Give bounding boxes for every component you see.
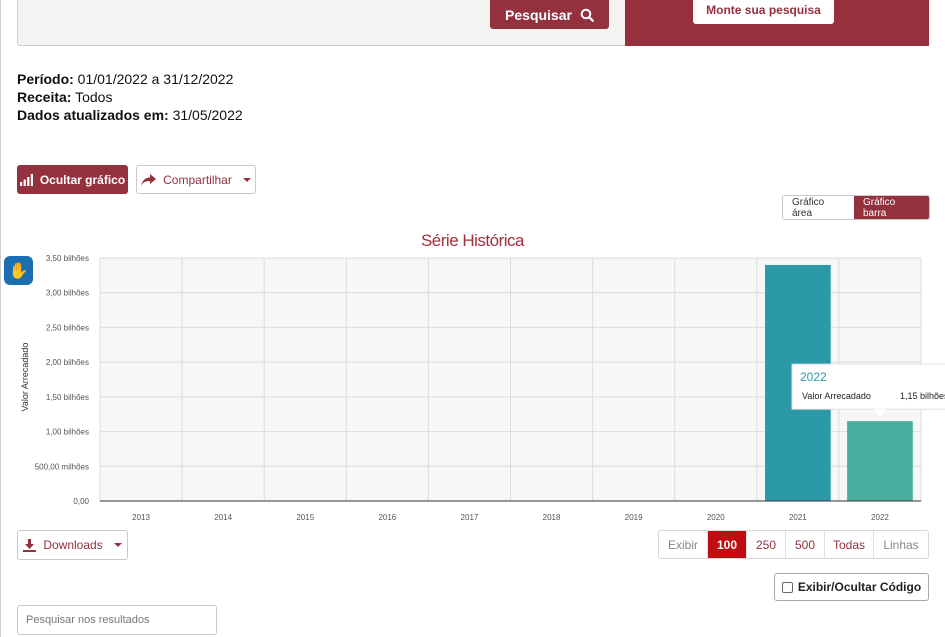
x-tick-label: 2016	[378, 513, 396, 522]
revenue-value: Todos	[75, 89, 113, 105]
hide-chart-label: Ocultar gráfico	[39, 172, 126, 187]
pager-label-linhas: Linhas	[883, 537, 919, 552]
share-button[interactable]: Compartilhar	[136, 165, 256, 194]
pager-option-todas[interactable]: Todas	[825, 531, 874, 558]
tooltip-label: Valor Arrecadado	[802, 391, 871, 401]
y-tick-label: 500,00 milhões	[35, 462, 89, 471]
pager-option-250[interactable]: 250	[747, 531, 786, 558]
chevron-down-icon	[242, 177, 251, 182]
x-tick-label: 2019	[625, 513, 643, 522]
results-search-input[interactable]	[17, 605, 217, 635]
build-search-button[interactable]: Monte sua pesquisa	[693, 0, 834, 24]
y-tick-label: 1,00 bilhões	[46, 428, 89, 437]
hide-chart-button[interactable]: Ocultar gráfico	[17, 165, 128, 194]
updated-label: Dados atualizados em:	[17, 107, 169, 123]
updated-value: 31/05/2022	[172, 107, 243, 123]
chart-bar-option[interactable]: Gráfico barra	[854, 196, 929, 219]
y-tick-label: 3,50 bilhões	[46, 254, 89, 263]
x-tick-label: 2021	[789, 513, 807, 522]
downloads-button[interactable]: Downloads	[17, 530, 128, 560]
toggle-code-label: Exibir/Ocultar Código	[797, 580, 922, 594]
tooltip-value: 1,15 bilhões	[900, 391, 945, 401]
bar-chart-icon	[19, 173, 33, 186]
tooltip-title: 2022	[800, 370, 827, 384]
downloads-label: Downloads	[43, 538, 103, 552]
period-label: Período:	[17, 71, 74, 87]
rows-per-page-selector: Exibir 100 250 500 Todas Linhas	[658, 530, 929, 559]
y-tick-label: 2,50 bilhões	[46, 323, 89, 332]
bar-chart: 0,00 500,00 milhões 1,00 bilhões 1,50 bilhõ…	[35, 254, 945, 522]
toggle-code-button[interactable]: Exibir/Ocultar Código	[774, 573, 929, 601]
chevron-down-icon	[113, 543, 122, 547]
search-button-label: Pesquisar	[505, 6, 572, 23]
download-icon	[23, 538, 37, 552]
x-tick-label: 2020	[707, 513, 725, 522]
y-tick-label: 3,00 bilhões	[46, 289, 89, 298]
x-tick-label: 2013	[132, 513, 150, 522]
x-tick-label: 2014	[214, 513, 232, 522]
share-label: Compartilhar	[163, 172, 232, 187]
checkbox[interactable]	[781, 581, 793, 593]
chart-area-option[interactable]: Gráfico área	[783, 196, 854, 219]
pager-label-exibir: Exibir	[659, 531, 708, 558]
share-arrow-icon	[141, 173, 157, 186]
y-tick-label: 0,00	[73, 497, 89, 506]
search-button[interactable]: Pesquisar	[490, 0, 609, 29]
bar[interactable]	[847, 421, 913, 501]
y-tick-label: 1,50 bilhões	[46, 393, 89, 402]
x-tick-label: 2017	[461, 513, 479, 522]
revenue-label: Receita:	[17, 89, 72, 105]
query-info: Período: 01/01/2022 a 31/12/2022 Receita…	[17, 70, 243, 124]
y-tick-label: 2,00 bilhões	[46, 358, 89, 367]
chart-type-toggle: Gráfico área Gráfico barra	[782, 195, 930, 220]
x-tick-label: 2018	[543, 513, 561, 522]
pager-option-500[interactable]: 500	[786, 531, 825, 558]
x-tick-label: 2022	[871, 513, 889, 522]
search-icon	[580, 8, 594, 22]
x-tick-label: 2015	[296, 513, 314, 522]
pager-option-100[interactable]: 100	[708, 531, 747, 558]
period-value: 01/01/2022 a 31/12/2022	[77, 71, 234, 87]
